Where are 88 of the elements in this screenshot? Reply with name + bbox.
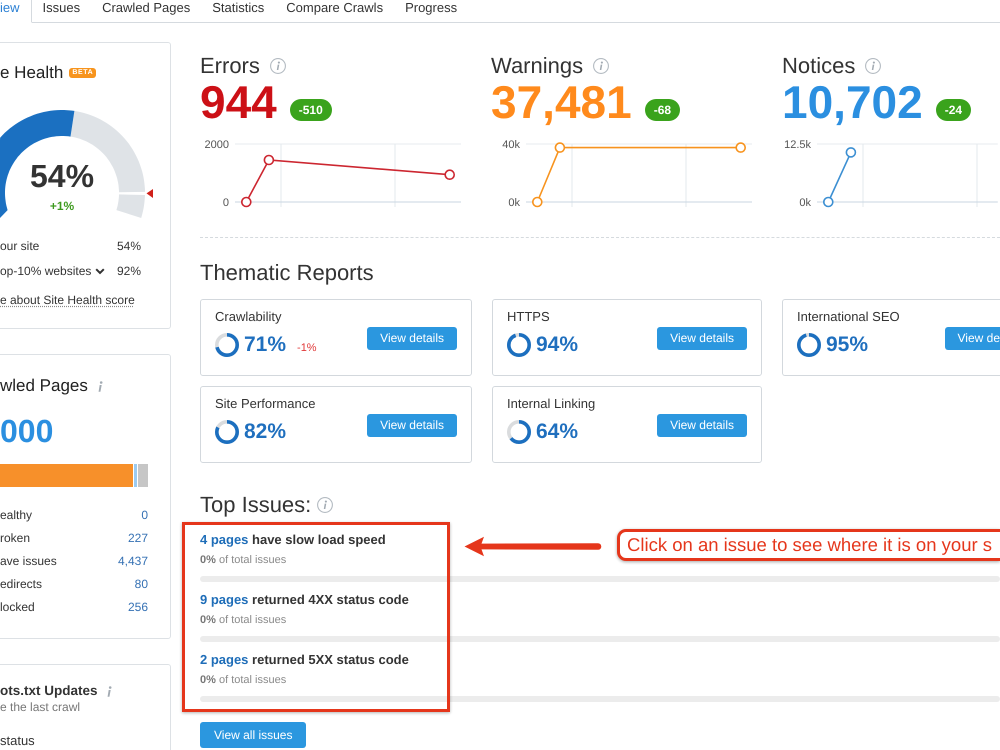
info-icon [865, 58, 882, 74]
count-link[interactable]: 256 [128, 599, 148, 615]
card-title: e Health [0, 63, 64, 83]
count-link[interactable]: 4,437 [118, 553, 148, 569]
data-point [554, 142, 566, 153]
tab[interactable]: iew [0, 0, 32, 23]
axis-label: 0k [799, 197, 811, 209]
issue-share: 0% of total issues [200, 553, 286, 567]
view-details-button[interactable]: View de [944, 327, 1000, 350]
issue-title: 9 pages returned 4XX status code [200, 592, 409, 608]
info-icon [270, 58, 286, 74]
tab[interactable]: Compare Crawls [275, 0, 394, 23]
metric-title: Warnings [491, 53, 584, 79]
section-title: Top Issues: [200, 492, 312, 518]
report-name: HTTPS [507, 309, 550, 325]
score-value: 82% [244, 420, 286, 444]
info-icon [593, 58, 610, 74]
score-value: 64% [536, 420, 578, 444]
issue-link[interactable]: 4 pages [200, 532, 248, 547]
row-label: ave issues [0, 553, 57, 569]
issue-share: 0% of total issues [200, 613, 286, 627]
axis-label: 40k [502, 139, 520, 151]
metric-value: 10,702 [782, 79, 923, 125]
axis-label: 0 [222, 197, 229, 209]
axis-label: 12.5k [784, 139, 811, 151]
row-label: our site [0, 238, 40, 254]
info-icon [106, 686, 112, 696]
axis-label: 0k [508, 197, 520, 209]
row-label: edirects [0, 576, 42, 592]
issue-title: 4 pages have slow load speed [200, 532, 386, 548]
metric-title: Notices [782, 53, 856, 79]
data-point [735, 142, 746, 153]
issue-link[interactable]: 9 pages [200, 592, 248, 607]
tab[interactable]: Crawled Pages [91, 0, 202, 23]
change-badge: -24 [936, 99, 972, 121]
view-details-button[interactable]: View details [657, 327, 747, 350]
annotation-callout: Click on an issue to see where it is on your s [617, 529, 1000, 561]
tab[interactable]: Progress [394, 0, 468, 23]
score-value: 94% [536, 333, 578, 357]
report-name: Internal Linking [507, 396, 596, 412]
view-details-button[interactable]: View details [657, 414, 747, 437]
count-link[interactable]: 227 [128, 530, 148, 546]
section-title: Thematic Reports [200, 260, 374, 286]
data-point [532, 196, 543, 208]
change-badge: -510 [290, 99, 332, 121]
data-point [264, 154, 274, 166]
row-label: ealthy [0, 507, 32, 523]
row-value: 54% [116, 238, 141, 254]
count-link[interactable]: 80 [134, 576, 148, 592]
data-point [846, 147, 856, 158]
metric-value: 37,481 [491, 79, 632, 125]
report-name: Crawlability [215, 309, 282, 325]
gauge-value: 54% [30, 158, 94, 194]
score-value: 71% [244, 333, 286, 357]
gauge-change: +1% [50, 198, 74, 214]
chevron-down-icon[interactable] [95, 268, 106, 274]
data-point [241, 196, 252, 208]
tab[interactable]: Statistics [201, 0, 276, 23]
data-point [444, 169, 455, 180]
metric-title: Errors [200, 53, 260, 79]
score-link[interactable]: e about Site Health score [0, 292, 135, 308]
issue-share: 0% of total issues [200, 673, 286, 687]
card-title: wled Pages [0, 376, 88, 396]
data-point [823, 196, 834, 208]
score-value: 95% [826, 333, 868, 357]
card-subtitle: e the last crawl [0, 700, 80, 714]
issue-link[interactable]: 2 pages [200, 652, 248, 667]
report-name: Site Performance [215, 396, 316, 412]
row-label: op-10% websites [0, 263, 92, 279]
change-badge: -68 [644, 99, 680, 121]
tab[interactable]: Issues [32, 0, 92, 23]
info-icon [317, 497, 334, 513]
status-label: status [0, 732, 35, 750]
view-all-issues-button[interactable]: View all issues [200, 722, 306, 748]
total-count: 000 [0, 413, 54, 449]
issue-title: 2 pages returned 5XX status code [200, 652, 409, 668]
score-change: -1% [297, 341, 317, 355]
metric-value: 944 [200, 79, 277, 125]
info-icon [98, 380, 103, 392]
count-link[interactable]: 0 [141, 507, 148, 523]
row-label: roken [0, 530, 30, 546]
row-value: 92% [116, 263, 141, 279]
view-details-button[interactable]: View details [367, 327, 457, 350]
card-title: ots.txt Updates [0, 682, 98, 700]
row-label: locked [0, 599, 35, 615]
axis-label: 2000 [204, 139, 229, 151]
view-details-button[interactable]: View details [367, 414, 457, 437]
report-name: International SEO [797, 309, 900, 325]
